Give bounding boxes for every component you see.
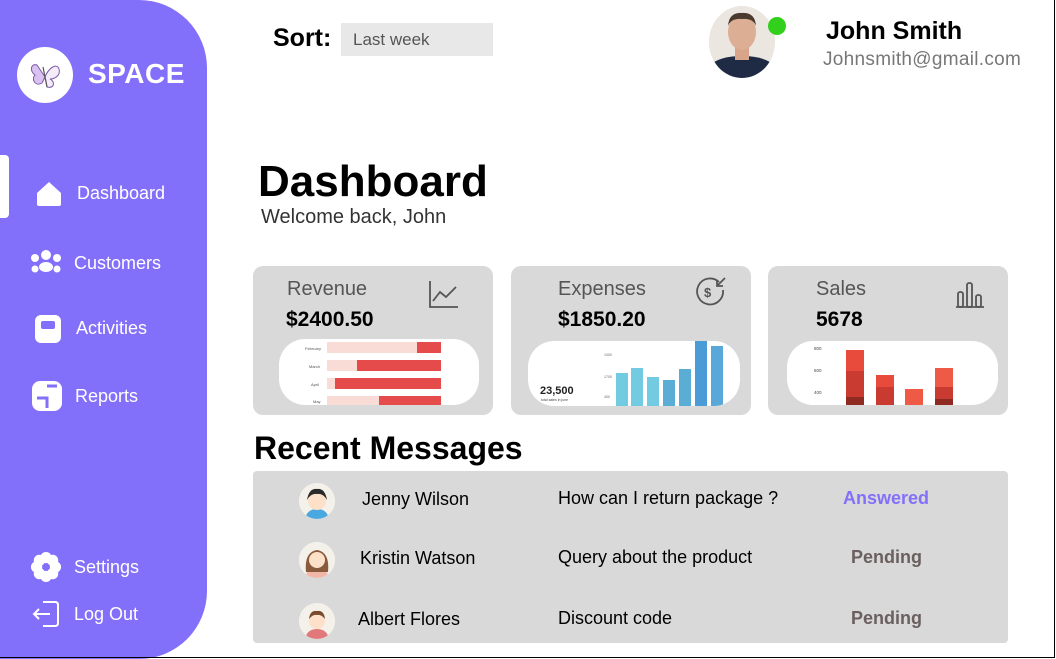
revenue-mini-chart: February March April May xyxy=(279,339,479,405)
avatar xyxy=(299,542,335,578)
expenses-value: $1850.20 xyxy=(558,308,646,331)
clipboard-icon xyxy=(32,312,64,344)
nav-activities-label: Activities xyxy=(76,317,148,338)
message-sender: Jenny Wilson xyxy=(362,489,470,509)
svg-text:$: $ xyxy=(704,285,712,300)
page-title: Dashboard xyxy=(258,157,488,206)
active-indicator xyxy=(0,155,9,218)
user-email: Johnsmith@gmail.com xyxy=(823,49,1022,70)
sales-label: Sales xyxy=(816,278,867,300)
message-row-jenny[interactable]: Jenny Wilson How can I return package ? … xyxy=(253,481,1008,521)
message-subject: Discount code xyxy=(558,608,673,628)
expenses-tick-1000: 1000 xyxy=(604,353,612,357)
revenue-bar-may xyxy=(327,396,441,405)
message-row-kristin[interactable]: Kristin Watson Query about the product P… xyxy=(253,540,1008,580)
sort-dropdown[interactable]: Last week xyxy=(341,23,493,56)
message-subject: Query about the product xyxy=(558,547,753,567)
revenue-tick-february: February xyxy=(305,346,321,351)
expenses-caption: total sales in june xyxy=(541,398,568,402)
sales-bar-2 xyxy=(876,375,894,405)
sidebar: SPACE Dashboard Customers Activities Rep… xyxy=(0,0,207,659)
nav-settings[interactable]: Settings xyxy=(30,549,139,585)
sales-bar-1 xyxy=(846,350,864,405)
status-badge: Pending xyxy=(851,547,922,567)
status-badge: Pending xyxy=(851,608,922,628)
message-subject: How can I return package ? xyxy=(558,488,779,508)
expenses-bar-1 xyxy=(616,373,628,406)
nav-customers-label: Customers xyxy=(74,252,162,273)
expenses-label: Expenses xyxy=(558,278,646,300)
revenue-value: $2400.50 xyxy=(286,308,374,331)
revenue-card[interactable]: Revenue $2400.50 February March April Ma… xyxy=(253,266,493,415)
avatar xyxy=(299,603,335,639)
expenses-bar-7 xyxy=(711,346,723,406)
expenses-tick-1700: 1700 xyxy=(604,375,612,379)
user-photo-icon xyxy=(709,6,775,78)
sales-tick-600: 600 xyxy=(814,368,822,373)
sort-label: Sort: xyxy=(273,24,332,52)
revenue-tick-april: April xyxy=(311,382,319,387)
expenses-bar-6 xyxy=(695,341,707,406)
nav-dashboard[interactable]: Dashboard xyxy=(33,175,165,211)
logout-icon xyxy=(30,598,62,630)
report-icon xyxy=(31,380,63,412)
avatar xyxy=(299,483,335,519)
sort-value: Last week xyxy=(353,29,430,49)
nav-reports-label: Reports xyxy=(75,385,139,406)
revenue-bar-april xyxy=(327,378,441,389)
sales-tick-400: 400 xyxy=(814,390,822,395)
welcome-text: Welcome back, John xyxy=(261,206,447,228)
nav-reports[interactable]: Reports xyxy=(31,378,138,414)
logo xyxy=(17,47,73,103)
expenses-headline: 23,500 xyxy=(540,385,574,397)
gear-icon xyxy=(30,551,62,583)
expenses-bar-4 xyxy=(663,380,675,406)
sales-card[interactable]: Sales 5678 800 600 400 xyxy=(768,266,1008,415)
revenue-bar-march xyxy=(327,360,441,371)
bar-chart-icon xyxy=(955,280,985,313)
nav-logout-label: Log Out xyxy=(74,603,139,624)
expenses-mini-chart: 23,500 total sales in june 1000 1700 400 xyxy=(528,341,740,406)
expenses-bar-2 xyxy=(631,368,643,406)
users-icon xyxy=(30,247,62,279)
brand-name: SPACE xyxy=(88,58,185,89)
revenue-bar-february xyxy=(327,342,441,353)
sales-mini-chart: 800 600 400 xyxy=(787,341,998,405)
revenue-tick-march: March xyxy=(309,364,320,369)
nav-settings-label: Settings xyxy=(74,556,140,577)
message-sender: Kristin Watson xyxy=(360,548,476,568)
butterfly-logo-icon xyxy=(30,64,60,88)
sales-tick-800: 800 xyxy=(814,346,822,351)
nav-activities[interactable]: Activities xyxy=(32,310,147,346)
sales-bar-4 xyxy=(935,368,953,405)
message-row-albert[interactable]: Albert Flores Discount code Pending xyxy=(253,601,1008,641)
sales-value: 5678 xyxy=(816,308,863,331)
status-badge: Answered xyxy=(843,488,930,508)
recent-messages-title: Recent Messages xyxy=(254,430,523,466)
revenue-label: Revenue xyxy=(287,278,368,300)
line-chart-icon xyxy=(428,279,460,314)
nav-logout[interactable]: Log Out xyxy=(30,596,138,632)
sales-bar-3 xyxy=(905,389,923,405)
expenses-card[interactable]: Expenses $1850.20 $ 23,500 total sales i… xyxy=(511,266,751,415)
user-name: John Smith xyxy=(826,17,963,45)
expenses-bar-5 xyxy=(679,369,691,406)
online-status-dot xyxy=(768,17,786,35)
message-sender: Albert Flores xyxy=(358,609,461,629)
nav-dashboard-label: Dashboard xyxy=(77,182,166,203)
expenses-bar-3 xyxy=(647,377,659,406)
messages-panel: Jenny Wilson How can I return package ? … xyxy=(253,471,1008,643)
dollar-arrow-icon: $ xyxy=(695,276,727,313)
user-avatar[interactable] xyxy=(709,6,775,78)
expenses-tick-400: 400 xyxy=(604,395,610,399)
nav-customers[interactable]: Customers xyxy=(30,245,161,281)
revenue-tick-may: May xyxy=(313,399,321,404)
home-icon xyxy=(33,177,65,209)
